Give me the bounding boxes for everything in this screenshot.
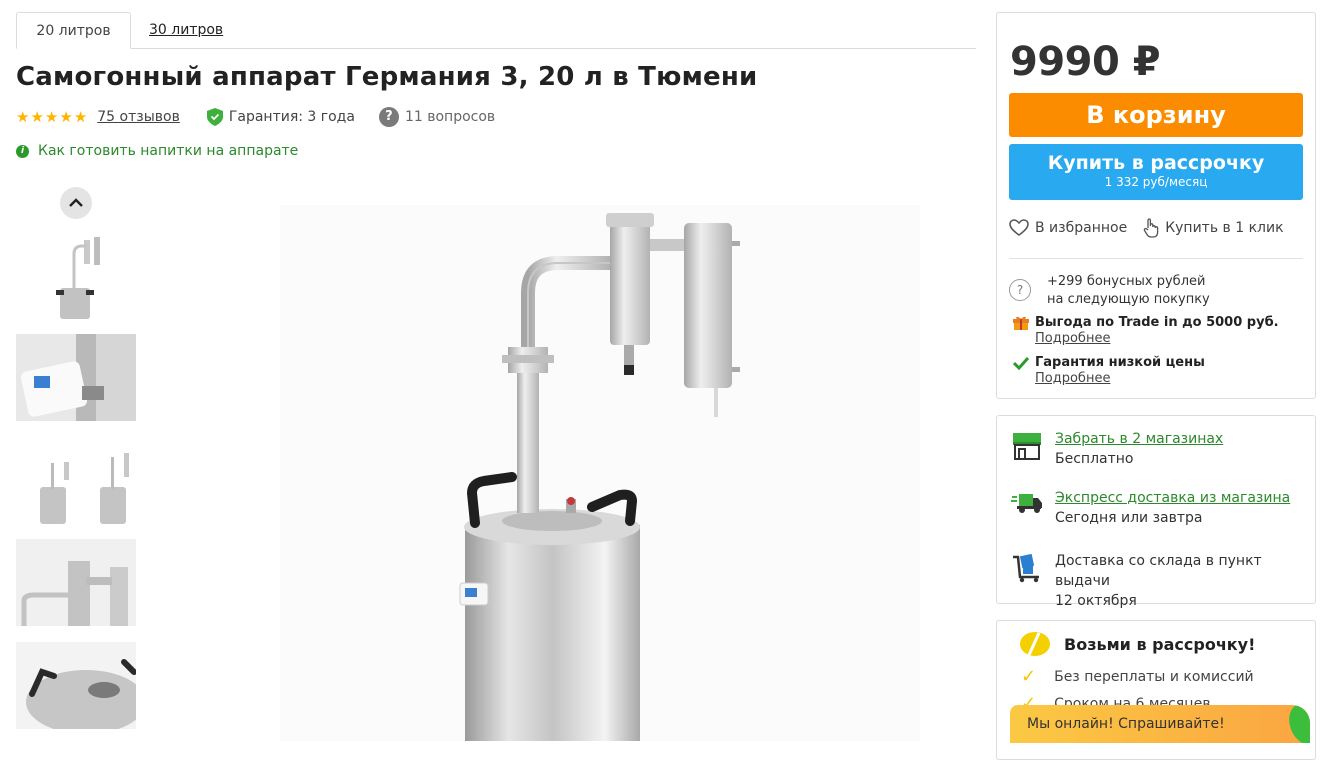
thumbnail-image bbox=[16, 334, 136, 421]
secondary-actions: В избранное Купить в 1 клик bbox=[1009, 218, 1284, 238]
thumbnails-up-button[interactable] bbox=[60, 187, 92, 219]
hand-pointer-icon bbox=[1143, 218, 1159, 238]
low-price-label: Гарантия низкой цены bbox=[1035, 355, 1205, 370]
installments-monthly: 1 332 руб/месяц bbox=[1104, 175, 1208, 189]
delivery-box: Забрать в 2 магазинах Бесплатно Экспресс… bbox=[996, 415, 1316, 609]
shield-icon bbox=[206, 108, 223, 126]
one-click-label: Купить в 1 клик bbox=[1165, 220, 1284, 236]
guarantee-info[interactable]: Гарантия: 3 года bbox=[206, 108, 355, 126]
thumbnail-1[interactable] bbox=[16, 232, 136, 319]
buy-in-installments-button[interactable]: Купить в рассрочку 1 332 руб/месяц bbox=[1009, 144, 1303, 200]
express-link[interactable]: Экспресс доставка из магазина bbox=[1055, 488, 1290, 508]
low-price-perk: Гарантия низкой цены Подробнее bbox=[1013, 355, 1205, 387]
thumbnail-4[interactable] bbox=[16, 539, 136, 626]
variant-tabs: 20 литров 30 литров bbox=[16, 12, 976, 49]
warehouse-title: Доставка со склада в пункт выдачи bbox=[1055, 553, 1262, 589]
info-icon: i bbox=[16, 144, 29, 158]
questions-label: 11 вопросов bbox=[404, 109, 496, 125]
express-time: Сегодня или завтра bbox=[1055, 510, 1203, 526]
bonus-line-2: на следующую покупку bbox=[1047, 292, 1210, 307]
heart-icon bbox=[1009, 219, 1029, 236]
reviews-link[interactable]: 75 отзывов bbox=[97, 109, 180, 125]
checkmark-icon: ✓ bbox=[1021, 666, 1037, 687]
tab-30-liters[interactable]: 30 литров bbox=[149, 12, 223, 49]
question-icon: ? bbox=[378, 107, 399, 127]
installments-label: Купить в рассрочку bbox=[1047, 152, 1265, 174]
thumbnail-3[interactable] bbox=[16, 437, 136, 524]
howto-link[interactable]: i Как готовить напитки на аппарате bbox=[16, 143, 298, 159]
pickup-option: Забрать в 2 магазинах Бесплатно bbox=[1011, 429, 1223, 469]
bonus-line-1: +299 бонусных рублей bbox=[1047, 274, 1206, 289]
installment-item-label: Без переплаты и комиссий bbox=[1054, 668, 1254, 685]
rating-stars: ★ ★ ★ ★ ★ bbox=[16, 107, 88, 126]
online-chat-widget[interactable]: Мы онлайн! Спрашивайте! bbox=[1010, 705, 1310, 743]
checkmark-icon bbox=[1013, 356, 1029, 370]
thumbnail-image bbox=[16, 642, 136, 729]
star-icon: ★ bbox=[16, 107, 30, 126]
cart-boxes-icon bbox=[1011, 551, 1043, 611]
page-title: Самогонный аппарат Германия 3, 20 л в Тю… bbox=[16, 62, 758, 92]
chat-leaf-icon bbox=[1283, 705, 1310, 743]
pickup-link[interactable]: Забрать в 2 магазинах bbox=[1055, 429, 1223, 449]
thumbnail-image bbox=[16, 232, 136, 319]
low-price-more-link[interactable]: Подробнее bbox=[1035, 371, 1205, 387]
chat-label: Мы онлайн! Спрашивайте! bbox=[1027, 716, 1225, 732]
pickup-price: Бесплатно bbox=[1055, 451, 1134, 467]
tradein-more-link[interactable]: Подробнее bbox=[1035, 331, 1279, 347]
warehouse-date: 12 октября bbox=[1055, 593, 1137, 609]
thumbnail-5[interactable] bbox=[16, 642, 136, 729]
favorites-label: В избранное bbox=[1035, 220, 1128, 236]
price: 9990 ₽ bbox=[1010, 39, 1161, 85]
tab-20-liters[interactable]: 20 литров bbox=[16, 12, 131, 49]
chevron-up-icon bbox=[69, 198, 83, 207]
add-to-cart-button[interactable]: В корзину bbox=[1009, 93, 1303, 137]
star-icon: ★ bbox=[44, 107, 59, 126]
thumbnail-2[interactable] bbox=[16, 334, 136, 421]
bonus-info: ? +299 бонусных рублей на следующую поку… bbox=[1009, 273, 1210, 309]
star-icon: ★ bbox=[59, 107, 73, 126]
questions-link[interactable]: ? 11 вопросов bbox=[378, 107, 496, 127]
product-meta: ★ ★ ★ ★ ★ 75 отзывов Гарантия: 3 года ? … bbox=[16, 106, 495, 128]
tradein-perk: Выгода по Trade in до 5000 руб. Подробне… bbox=[1013, 315, 1279, 347]
star-icon: ★ bbox=[30, 107, 44, 126]
installment-logo-icon bbox=[1020, 632, 1050, 656]
guarantee-label: Гарантия: 3 года bbox=[228, 109, 355, 125]
buy-one-click-button[interactable]: Купить в 1 клик bbox=[1143, 218, 1284, 238]
thumbnail-image bbox=[16, 437, 136, 524]
warehouse-option: Доставка со склада в пункт выдачи 12 окт… bbox=[1011, 551, 1315, 611]
gift-icon bbox=[1013, 315, 1029, 331]
express-option: Экспресс доставка из магазина Сегодня ил… bbox=[1011, 488, 1290, 528]
truck-icon bbox=[1011, 488, 1043, 528]
product-main-image[interactable] bbox=[280, 205, 920, 741]
installment-title: Возьми в рассрочку! bbox=[1064, 634, 1256, 654]
howto-label: Как готовить напитки на аппарате bbox=[38, 143, 299, 159]
divider bbox=[1009, 258, 1303, 259]
tradein-label: Выгода по Trade in до 5000 руб. bbox=[1035, 315, 1279, 330]
question-circle-icon[interactable]: ? bbox=[1009, 279, 1031, 301]
installment-item: ✓ Без переплаты и комиссий bbox=[1021, 666, 1254, 687]
add-to-favorites-button[interactable]: В избранное bbox=[1009, 219, 1127, 237]
thumbnail-image bbox=[16, 539, 136, 626]
star-icon: ★ bbox=[73, 107, 88, 126]
buy-box: 9990 ₽ В корзину Купить в рассрочку 1 33… bbox=[996, 12, 1316, 399]
store-icon bbox=[1011, 429, 1043, 469]
